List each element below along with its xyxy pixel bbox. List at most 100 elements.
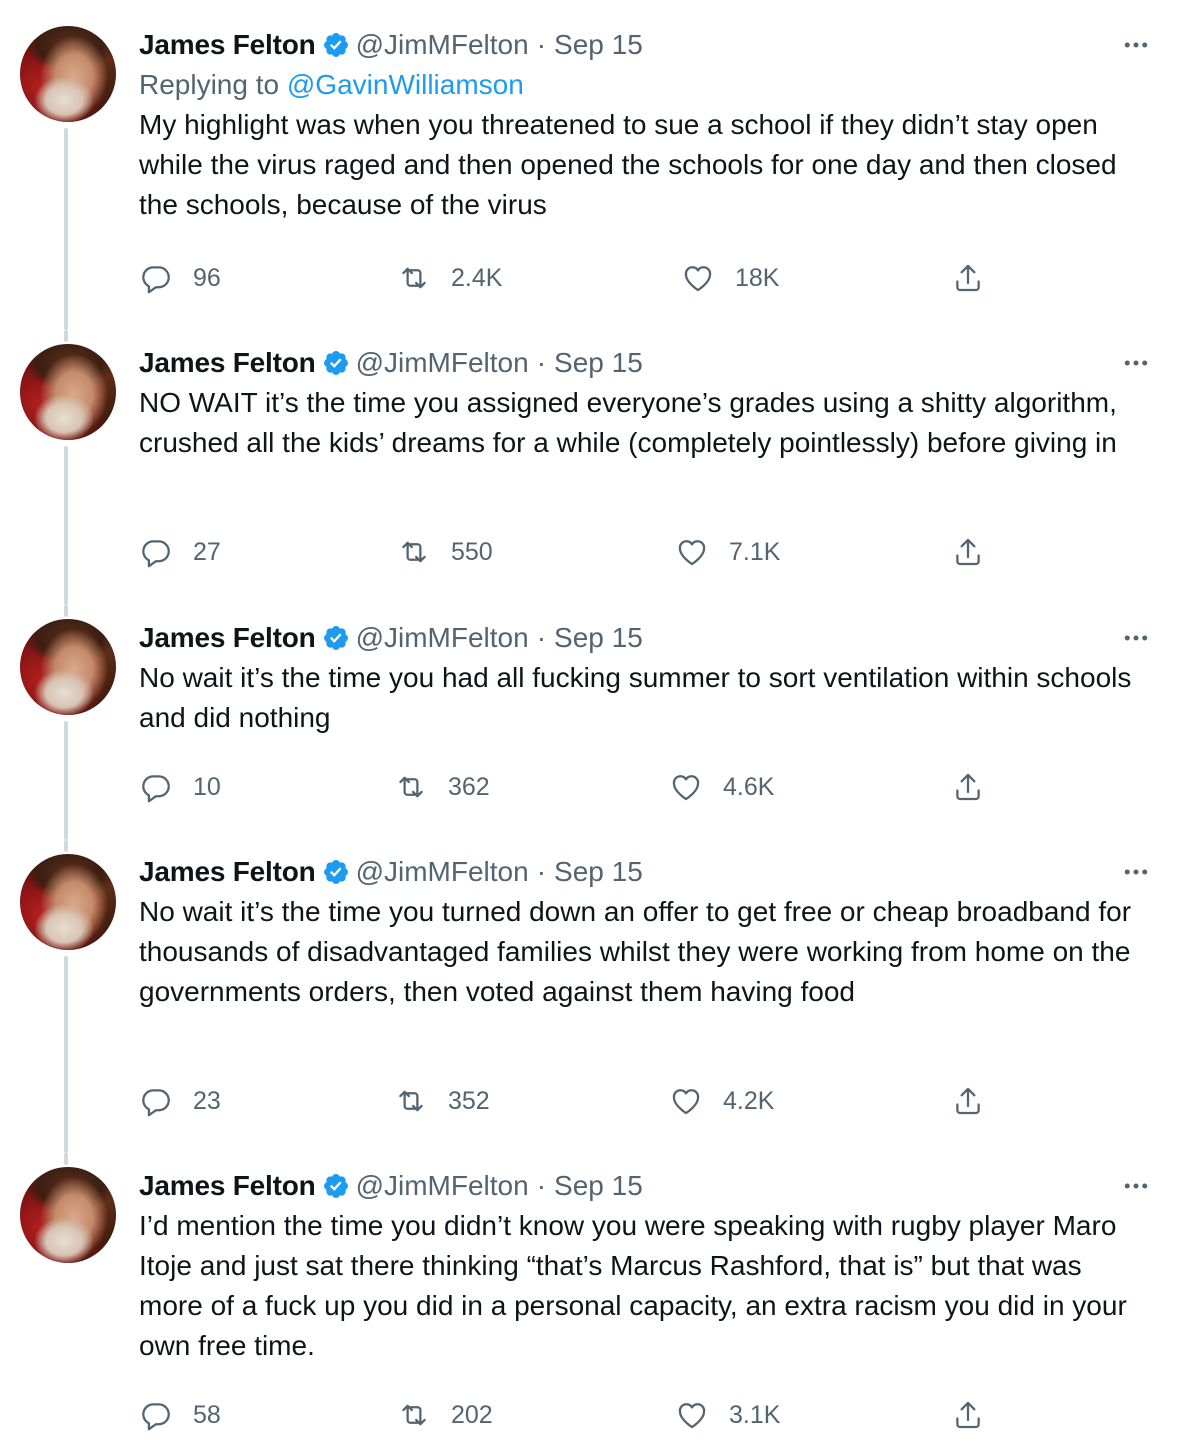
tweet-header: James Felton @JimMFelton · Sep 15 (139, 1166, 1148, 1206)
like-button[interactable]: 4.6K (669, 767, 774, 807)
more-options-icon[interactable] (1116, 25, 1156, 65)
share-button[interactable] (951, 1081, 985, 1121)
share-button[interactable] (951, 767, 985, 807)
heart-icon (684, 266, 712, 292)
retweet-count: 202 (451, 1400, 493, 1429)
avatar[interactable] (20, 1167, 116, 1263)
tweet[interactable]: James Felton @JimMFelton · Sep 15 No wai… (0, 605, 1202, 840)
tweet-actions: 27 550 7.1K (139, 532, 999, 572)
reply-icon (142, 1403, 170, 1431)
author-handle[interactable]: @JimMFelton (356, 1170, 529, 1202)
thread-connector-line (64, 840, 68, 852)
more-options-icon[interactable] (1116, 1166, 1156, 1206)
reply-icon (142, 540, 170, 568)
verified-badge-icon (322, 858, 350, 886)
thread-connector-line (64, 605, 68, 617)
separator-dot: · (536, 1170, 547, 1201)
like-count: 18K (735, 263, 780, 292)
reply-icon (142, 775, 170, 803)
share-button[interactable] (951, 532, 985, 572)
reply-button[interactable]: 23 (139, 1081, 221, 1121)
share-icon (956, 264, 980, 292)
retweet-button[interactable]: 202 (397, 1395, 493, 1435)
retweet-count: 2.4K (451, 263, 503, 292)
tweet-date[interactable]: Sep 15 (554, 29, 643, 61)
retweet-icon (402, 541, 426, 563)
avatar[interactable] (20, 854, 116, 950)
thread-connector-line (64, 721, 68, 840)
retweet-count: 362 (448, 772, 490, 801)
thread-connector-line (64, 128, 68, 330)
reply-count: 96 (193, 263, 221, 292)
retweet-count: 550 (451, 537, 493, 566)
author-handle[interactable]: @JimMFelton (356, 29, 529, 61)
tweet-header: James Felton @JimMFelton · Sep 15 (139, 25, 1148, 65)
retweet-button[interactable]: 362 (394, 767, 490, 807)
heart-icon (678, 540, 706, 566)
tweet-actions: 23 352 4.2K (139, 1081, 999, 1121)
like-count: 7.1K (729, 537, 781, 566)
tweet-header: James Felton @JimMFelton · Sep 15 (139, 618, 1148, 658)
reply-button[interactable]: 27 (139, 532, 221, 572)
tweet-header: James Felton @JimMFelton · Sep 15 (139, 343, 1148, 383)
author-name[interactable]: James Felton (139, 347, 316, 379)
author-name[interactable]: James Felton (139, 856, 316, 888)
like-button[interactable]: 4.2K (669, 1081, 774, 1121)
reply-button[interactable]: 58 (139, 1395, 221, 1435)
author-handle[interactable]: @JimMFelton (356, 347, 529, 379)
tweet-thread: James Felton @JimMFelton · Sep 15 Replyi… (0, 0, 1202, 1450)
share-button[interactable] (951, 1395, 985, 1435)
avatar[interactable] (20, 344, 116, 440)
like-count: 4.2K (723, 1086, 775, 1115)
tweet-text: No wait it’s the time you turned down an… (139, 896, 1132, 1007)
reply-count: 27 (193, 537, 221, 566)
replying-to-mention[interactable]: @GavinWilliamson (287, 69, 524, 100)
verified-badge-icon (322, 624, 350, 652)
author-handle[interactable]: @JimMFelton (356, 856, 529, 888)
share-icon (956, 773, 980, 801)
more-options-icon[interactable] (1116, 343, 1156, 383)
reply-icon (142, 266, 170, 294)
tweet[interactable]: James Felton @JimMFelton · Sep 15 Replyi… (0, 0, 1202, 330)
tweet-date[interactable]: Sep 15 (554, 622, 643, 654)
tweet[interactable]: James Felton @JimMFelton · Sep 15 I’d me… (0, 1153, 1202, 1450)
tweet-actions: 96 2.4K 18K (139, 258, 999, 298)
author-name[interactable]: James Felton (139, 1170, 316, 1202)
verified-badge-icon (322, 349, 350, 377)
heart-icon (672, 1089, 700, 1115)
reply-button[interactable]: 10 (139, 767, 221, 807)
tweet[interactable]: James Felton @JimMFelton · Sep 15 No wai… (0, 840, 1202, 1153)
reply-button[interactable]: 96 (139, 258, 221, 298)
like-button[interactable]: 18K (681, 258, 779, 298)
tweet-text: I’d mention the time you didn’t know you… (139, 1210, 1127, 1361)
avatar[interactable] (20, 26, 116, 122)
reply-count: 58 (193, 1400, 221, 1429)
author-name[interactable]: James Felton (139, 29, 316, 61)
tweet-date[interactable]: Sep 15 (554, 1170, 643, 1202)
like-button[interactable]: 7.1K (675, 532, 780, 572)
tweet-date[interactable]: Sep 15 (554, 856, 643, 888)
retweet-button[interactable]: 550 (397, 532, 493, 572)
tweet-header: James Felton @JimMFelton · Sep 15 (139, 852, 1148, 892)
tweet-date[interactable]: Sep 15 (554, 347, 643, 379)
heart-icon (678, 1403, 706, 1429)
retweet-count: 352 (448, 1086, 490, 1115)
heart-icon (672, 775, 700, 801)
like-button[interactable]: 3.1K (675, 1395, 780, 1435)
separator-dot: · (536, 29, 547, 60)
share-button[interactable] (951, 258, 985, 298)
share-icon (956, 1401, 980, 1429)
retweet-icon (402, 1404, 426, 1426)
like-count: 3.1K (729, 1400, 781, 1429)
avatar[interactable] (20, 619, 116, 715)
tweet[interactable]: James Felton @JimMFelton · Sep 15 NO WAI… (0, 330, 1202, 605)
retweet-button[interactable]: 2.4K (397, 258, 502, 298)
more-options-icon[interactable] (1116, 618, 1156, 658)
author-name[interactable]: James Felton (139, 622, 316, 654)
reply-count: 23 (193, 1086, 221, 1115)
author-handle[interactable]: @JimMFelton (356, 622, 529, 654)
verified-badge-icon (322, 31, 350, 59)
thread-connector-line (64, 330, 68, 342)
retweet-button[interactable]: 352 (394, 1081, 490, 1121)
more-options-icon[interactable] (1116, 852, 1156, 892)
